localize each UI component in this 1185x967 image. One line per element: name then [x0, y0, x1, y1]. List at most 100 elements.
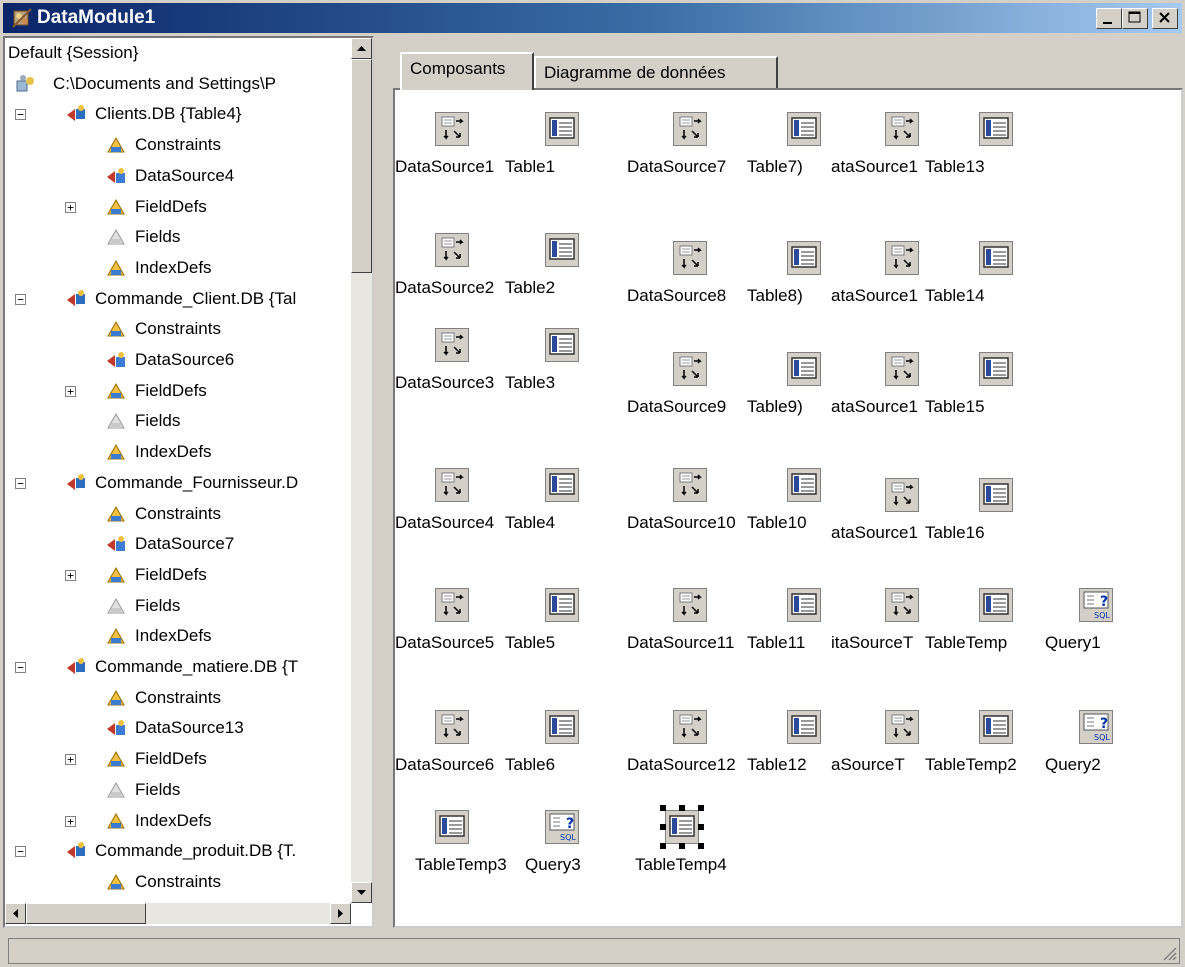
tree-item[interactable]: C:\Documents and Settings\P	[5, 71, 348, 97]
table-component[interactable]: TableTemp2	[925, 710, 1035, 790]
expand-icon[interactable]: +	[65, 569, 76, 581]
tree-item[interactable]: Fields	[5, 224, 348, 250]
collapse-icon[interactable]: −	[15, 293, 26, 305]
tree-item[interactable]: + IndexDefs	[5, 808, 348, 834]
datasource-component[interactable]: DataSource8	[627, 241, 737, 321]
tree-item-label: IndexDefs	[135, 442, 212, 462]
expand-icon[interactable]: +	[65, 201, 76, 213]
tree-vertical-scrollbar[interactable]	[351, 38, 372, 903]
scroll-down-button[interactable]	[351, 882, 372, 903]
datasource-component[interactable]: DataSource7	[627, 112, 737, 192]
tree-item[interactable]: − Clients.DB {Table4}	[5, 101, 348, 127]
tree-item[interactable]: DataSource7	[5, 531, 348, 557]
table-component[interactable]: Table14	[925, 241, 1035, 321]
components-canvas[interactable]: DataSource1 Table1 DataSource7 Table7) ataSo…	[393, 88, 1183, 928]
selection-handle[interactable]	[660, 843, 666, 849]
scroll-up-button[interactable]	[351, 38, 372, 59]
object-tree[interactable]: Default {Session} C:\Documents and Settin…	[3, 36, 374, 928]
selection-handle[interactable]	[679, 805, 685, 811]
table-component[interactable]: Table5	[505, 588, 615, 668]
maximize-button[interactable]	[1122, 8, 1148, 29]
query-component[interactable]: ? SQL Query2	[1045, 710, 1155, 790]
datasource-component[interactable]: DataSource1	[395, 112, 505, 192]
tree-item[interactable]: − Commande_Fournisseur.D	[5, 470, 348, 496]
tree-item[interactable]: − Commande_matiere.DB {T	[5, 654, 348, 680]
collapse-icon[interactable]: −	[15, 477, 26, 489]
query-component[interactable]: ? SQL Query3	[525, 810, 635, 890]
tree-item-label: Constraints	[135, 871, 221, 891]
datasource-component[interactable]: DataSource9	[627, 352, 737, 432]
tree-item[interactable]: − Commande_produit.DB {T.	[5, 838, 348, 864]
selection-handle[interactable]	[698, 824, 704, 830]
datasource-component-icon	[885, 478, 919, 512]
query-component[interactable]: ? SQL Query1	[1045, 588, 1155, 668]
tree-item[interactable]: IndexDefs	[5, 439, 348, 465]
table-component[interactable]: Table1	[505, 112, 615, 192]
datasource-component[interactable]: DataSource5	[395, 588, 505, 668]
table-component[interactable]: Table4	[505, 468, 615, 548]
tree-item[interactable]: Constraints	[5, 501, 348, 527]
table-component[interactable]: Table15	[925, 352, 1035, 432]
title-bar[interactable]: DataModule1	[3, 3, 1182, 33]
datasource-component[interactable]: DataSource2	[395, 233, 505, 313]
scroll-thumb[interactable]	[351, 59, 372, 273]
tab-composants[interactable]: Composants	[400, 52, 534, 90]
table-component[interactable]: Table2	[505, 233, 615, 313]
datasource-component[interactable]: DataSource12	[627, 710, 737, 790]
expand-icon[interactable]: +	[65, 815, 76, 827]
datasource-component[interactable]: DataSource4	[395, 468, 505, 548]
scroll-left-button[interactable]	[5, 903, 26, 924]
table-component-icon	[787, 241, 821, 275]
table-component[interactable]: Table6	[505, 710, 615, 790]
table-component[interactable]: Table3	[505, 328, 615, 408]
tree-item[interactable]: DataSource13	[5, 715, 348, 741]
tab-diagramme-de-donnees[interactable]: Diagramme de données	[534, 56, 778, 88]
selection-handle[interactable]	[698, 805, 704, 811]
tree-item[interactable]: + FieldDefs	[5, 746, 348, 772]
resize-grip-icon[interactable]	[1161, 945, 1177, 961]
collapse-icon[interactable]: −	[15, 662, 26, 673]
selection-handle[interactable]	[698, 843, 704, 849]
selection-handle[interactable]	[660, 824, 666, 830]
selection-handle[interactable]	[660, 805, 666, 811]
tree-item[interactable]: Constraints	[5, 132, 348, 158]
collapse-icon[interactable]: −	[15, 846, 26, 858]
tree-item[interactable]: + FieldDefs	[5, 194, 348, 220]
datasource-component[interactable]: DataSource10	[627, 468, 737, 548]
table-component[interactable]: TableTemp4	[635, 805, 745, 890]
tree-item[interactable]: + FieldDefs	[5, 562, 348, 588]
tree-item[interactable]: Fields	[5, 408, 348, 434]
collapse-icon[interactable]: −	[15, 109, 26, 121]
close-button[interactable]	[1152, 8, 1178, 29]
expand-icon[interactable]: +	[65, 385, 76, 397]
tree-item[interactable]: Default {Session}	[5, 40, 348, 66]
table-component[interactable]: TableTemp3	[415, 810, 525, 890]
component-label: DataSource4	[395, 513, 495, 532]
table-component[interactable]: TableTemp	[925, 588, 1035, 668]
tree-horizontal-scrollbar[interactable]	[5, 903, 351, 924]
scroll-right-button[interactable]	[330, 903, 351, 924]
tree-item[interactable]: − Commande_Client.DB {Tal	[5, 286, 348, 312]
tree-item-label: IndexDefs	[135, 257, 212, 277]
tree-item[interactable]: Fields	[5, 777, 348, 803]
table-component[interactable]: Table16	[925, 478, 1035, 558]
expand-icon[interactable]: +	[65, 754, 76, 766]
datasource-component[interactable]: DataSource11	[627, 588, 737, 668]
tree-item[interactable]: + FieldDefs	[5, 378, 348, 404]
selection-handle[interactable]	[679, 843, 685, 849]
tree-item[interactable]: Constraints	[5, 685, 348, 711]
minimize-button[interactable]	[1096, 8, 1122, 29]
tree-item[interactable]: DataSource6	[5, 347, 348, 373]
datasource-component[interactable]: DataSource3	[395, 328, 505, 408]
tree-item[interactable]: IndexDefs	[5, 255, 348, 281]
tree-item[interactable]: Constraints	[5, 316, 348, 342]
component-label: DataSource5	[395, 633, 495, 652]
datasource-component[interactable]: DataSource6	[395, 710, 505, 790]
table-component[interactable]: Table13	[925, 112, 1035, 192]
component-label: DataSource8	[627, 286, 727, 305]
horizontal-scroll-thumb[interactable]	[26, 903, 146, 924]
tree-item[interactable]: IndexDefs	[5, 623, 348, 649]
tree-item[interactable]: DataSource4	[5, 163, 348, 189]
tree-item[interactable]: Fields	[5, 593, 348, 619]
tree-item[interactable]: Constraints	[5, 869, 348, 895]
